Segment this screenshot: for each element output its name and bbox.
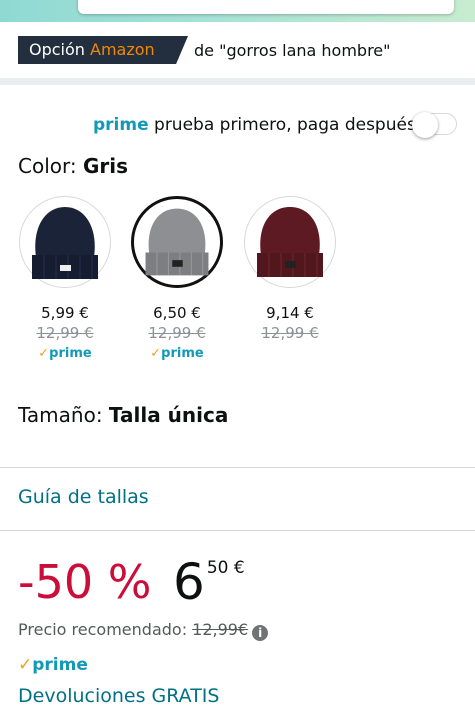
choice-brand: Amazon	[90, 40, 155, 59]
swatch-burgundy-price-block: 9,14 € 12,99 €	[240, 304, 340, 342]
toggle-knob	[412, 112, 438, 138]
info-icon[interactable]: i	[252, 625, 269, 641]
swatch-price: 5,99 €	[41, 304, 89, 322]
divider	[0, 530, 475, 531]
free-returns-link[interactable]: Devoluciones GRATIS	[18, 685, 219, 707]
size-guide-link[interactable]: Guía de tallas	[18, 486, 149, 508]
swatch-old-price: 12,99 €	[148, 324, 206, 342]
color-value: Gris	[82, 154, 129, 178]
current-price: 6 50 €	[173, 553, 245, 611]
discount-percent: -50 %	[18, 555, 152, 609]
price-fraction: 50 €	[206, 558, 245, 578]
swatch-price: 6,50 €	[153, 304, 201, 322]
price-whole: 6	[173, 553, 205, 611]
swatch-old-price: 12,99 €	[36, 324, 94, 342]
divider	[0, 467, 475, 468]
prime-try-before-buy: prime prueba primero, paga después	[93, 115, 416, 135]
swatch-old-price: 12,99 €	[261, 324, 319, 342]
choice-prefix: Opción	[29, 40, 91, 59]
swatch-prime-badge: ✓prime	[38, 346, 92, 361]
choice-query: de "gorros lana hombre"	[194, 41, 391, 60]
swatch-price: 9,14 €	[266, 304, 314, 322]
check-icon: ✓	[38, 346, 50, 361]
beanie-burgundy-image	[257, 207, 323, 277]
check-icon: ✓	[150, 346, 162, 361]
prime-try-text: prueba primero, paga después	[148, 115, 416, 135]
size-value: Talla única	[108, 403, 229, 427]
swatch-navy[interactable]	[19, 196, 111, 288]
recommended-old-price: 12,99€	[192, 620, 249, 639]
section-separator	[0, 78, 475, 85]
search-bar[interactable]	[78, 0, 454, 14]
swatch-prime-badge: ✓prime	[150, 346, 204, 361]
prime-badge: ✓prime	[18, 655, 88, 675]
size-label: Tamaño: Talla única	[18, 403, 229, 427]
recommended-price: Precio recomendado: 12,99€ i	[18, 620, 269, 641]
header-gradient	[0, 0, 475, 22]
beanie-gray-image	[145, 208, 209, 276]
color-label: Color: Gris	[18, 154, 129, 178]
swatch-gray[interactable]	[131, 196, 223, 288]
beanie-navy-image	[32, 207, 98, 279]
swatch-burgundy[interactable]	[244, 196, 336, 288]
prime-try-toggle[interactable]	[412, 112, 457, 138]
amazon-choice-row: Opción Amazon de "gorros lana hombre"	[0, 22, 475, 78]
swatch-gray-price-block: 6,50 € 12,99 € ✓prime	[127, 304, 227, 361]
check-icon: ✓	[18, 655, 33, 675]
swatch-navy-price-block: 5,99 € 12,99 € ✓prime	[15, 304, 115, 361]
prime-label: prime	[93, 115, 149, 135]
